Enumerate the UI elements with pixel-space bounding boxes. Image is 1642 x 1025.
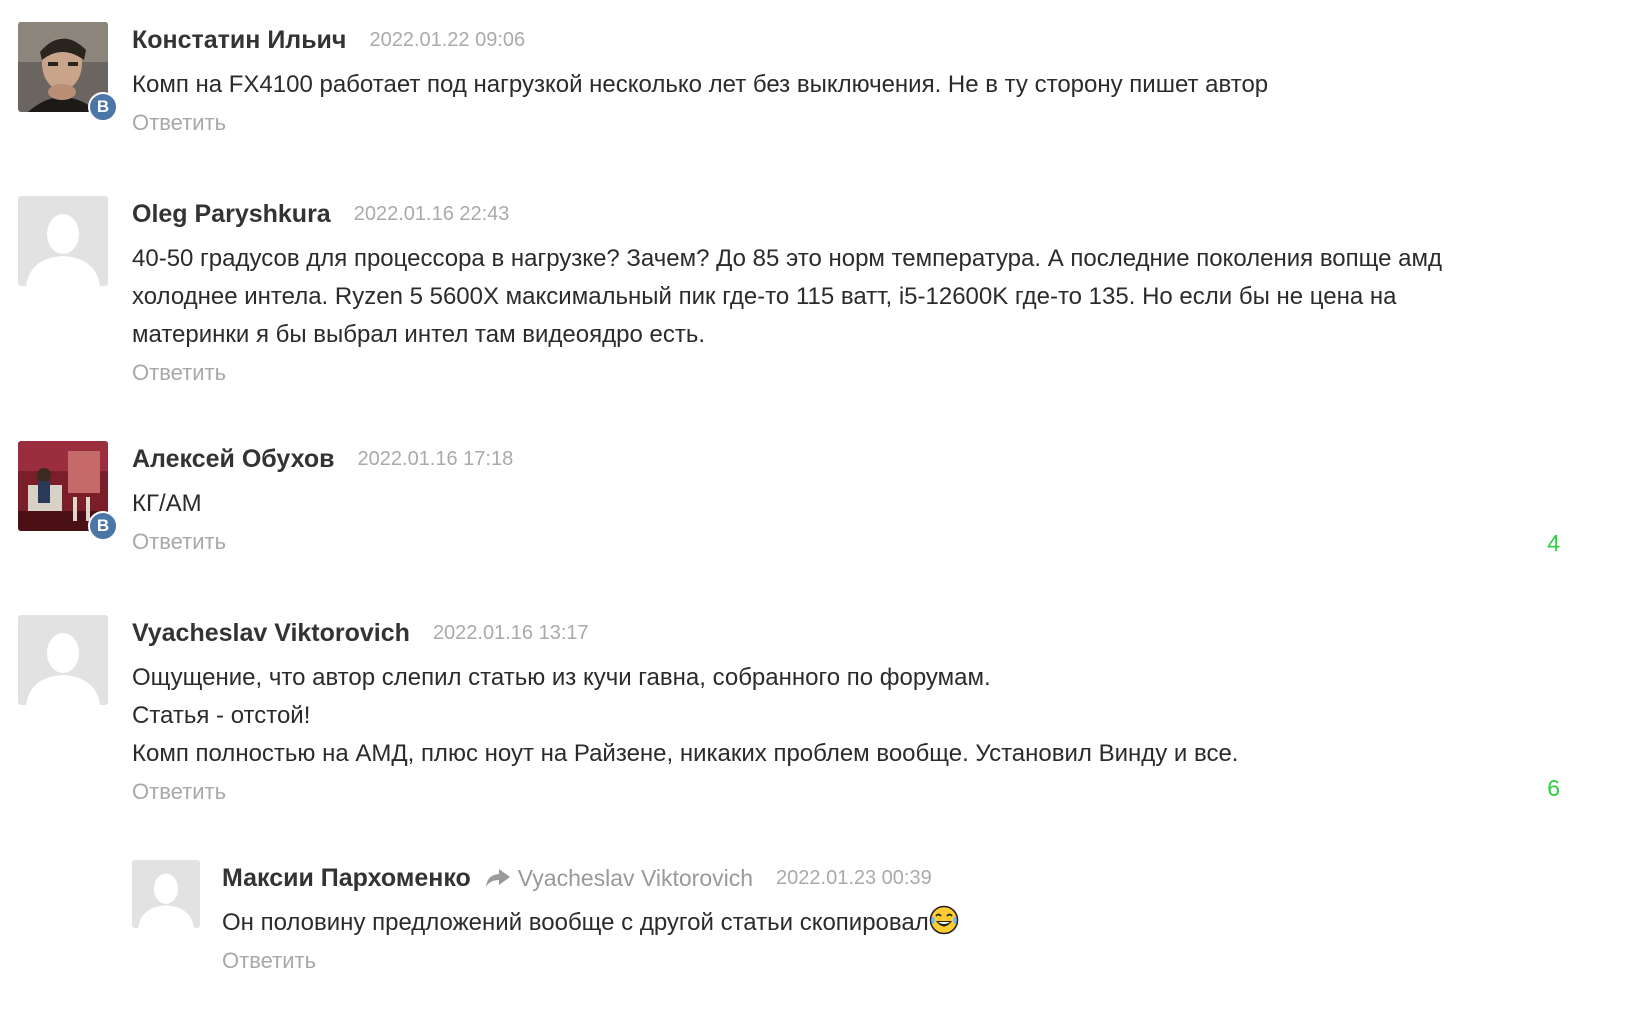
comment-date: 2022.01.22 09:06 bbox=[369, 28, 526, 51]
comment-text-line: Статья - отстой! bbox=[132, 702, 311, 729]
default-user-icon bbox=[18, 615, 108, 705]
comment-text-line: 40-50 градусов для процессора в нагрузке… bbox=[132, 245, 1442, 272]
laughing-tears-emoji-icon bbox=[929, 905, 959, 935]
comment-date: 2022.01.16 22:43 bbox=[353, 202, 510, 225]
comment-text-line: КГ/АМ bbox=[132, 490, 202, 517]
comment-author[interactable]: Vyacheslav Viktorovich bbox=[132, 619, 410, 648]
comment-date: 2022.01.16 13:17 bbox=[432, 621, 589, 644]
vk-badge-icon: В bbox=[88, 92, 118, 122]
comment-author[interactable]: Алексей Обухов bbox=[132, 445, 335, 474]
user-avatar[interactable] bbox=[18, 615, 108, 705]
user-avatar[interactable] bbox=[18, 196, 108, 286]
reply-button[interactable]: Ответить bbox=[132, 529, 226, 555]
default-user-icon bbox=[132, 860, 200, 928]
comment-text: КГ/АМ bbox=[132, 485, 1582, 523]
reply-button[interactable]: Ответить bbox=[222, 948, 316, 974]
reply-button[interactable]: Ответить bbox=[132, 110, 226, 136]
comment-text-line: Комп полностью на АМД, плюс ноут на Райз… bbox=[132, 740, 1239, 767]
comment-text-line: Ощущение, что автор слепил статью из куч… bbox=[132, 664, 991, 691]
comment-text: Комп на FX4100 работает под нагрузкой не… bbox=[132, 66, 1582, 104]
comment-author[interactable]: Oleg Paryshkura bbox=[132, 200, 331, 229]
comment-author[interactable]: Констатин Ильич bbox=[132, 26, 346, 55]
vk-badge-icon: В bbox=[88, 511, 118, 541]
comment-score[interactable]: 6 bbox=[1547, 775, 1560, 802]
user-avatar[interactable] bbox=[132, 860, 200, 928]
reply-arrow-icon bbox=[485, 869, 510, 887]
comment-text-line: Комп на FX4100 работает под нагрузкой не… bbox=[132, 71, 1269, 98]
default-user-icon bbox=[18, 196, 108, 286]
comment-author[interactable]: Максии Пархоменко bbox=[222, 864, 471, 893]
comment-text: Он половину предложений вообще с другой … bbox=[222, 904, 1582, 942]
comment-text-line: Он половину предложений вообще с другой … bbox=[222, 909, 929, 936]
comment-score[interactable]: 4 bbox=[1547, 530, 1560, 557]
comment-text-line: материнки я бы выбрал интел там видеоядр… bbox=[132, 321, 705, 348]
comment-date: 2022.01.23 00:39 bbox=[776, 866, 932, 889]
comment-text: Ощущение, что автор слепил статью из куч… bbox=[132, 659, 1582, 773]
comment-date: 2022.01.16 17:18 bbox=[357, 447, 514, 470]
reply-to-link[interactable]: Vyacheslav Viktorovich bbox=[485, 865, 753, 892]
reply-to-name: Vyacheslav Viktorovich bbox=[517, 864, 754, 891]
reply-button[interactable]: Ответить bbox=[132, 360, 226, 386]
reply-button[interactable]: Ответить bbox=[132, 779, 226, 805]
comment-text: 40-50 градусов для процессора в нагрузке… bbox=[132, 240, 1582, 354]
comment-text-line: холоднее интела. Ryzen 5 5600X максималь… bbox=[132, 283, 1397, 310]
